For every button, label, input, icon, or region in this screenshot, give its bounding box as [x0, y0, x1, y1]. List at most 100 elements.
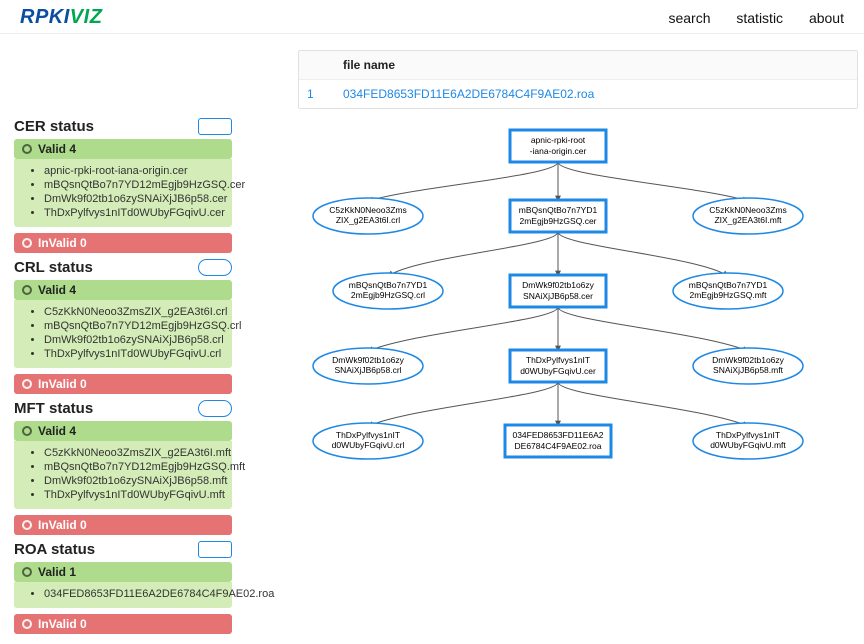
svg-text:ThDxPylfvys1nIT: ThDxPylfvys1nIT [526, 355, 590, 365]
svg-text:DE6784C4F9AE02.roa: DE6784C4F9AE02.roa [515, 441, 602, 451]
svg-text:d0WUbyFGqivU.crl: d0WUbyFGqivU.crl [332, 440, 405, 450]
mft-valid-label: Valid 4 [38, 424, 76, 438]
expand-icon [22, 379, 32, 389]
svg-text:2mEgjb9HzGSQ.crl: 2mEgjb9HzGSQ.crl [351, 290, 425, 300]
svg-text:2mEgjb9HzGSQ.cer: 2mEgjb9HzGSQ.cer [520, 216, 597, 226]
crl-valid-label: Valid 4 [38, 283, 76, 297]
rpki-tree-graph[interactable]: apnic-rpki-root -iana-origin.cer C5zKkN0… [258, 121, 858, 506]
mft-valid-list: C5zKkN0Neoo3ZmsZIX_g2EA3t6I.mft mBQsnQtB… [14, 441, 232, 509]
node-roa-target[interactable]: 034FED8653FD11E6A2 DE6784C4F9AE02.roa [505, 425, 611, 457]
list-item[interactable]: DmWk9f02tb1o6zySNAiXjJB6p58.cer [44, 193, 226, 205]
svg-text:mBQsnQtBo7n7YD1: mBQsnQtBo7n7YD1 [349, 280, 428, 290]
svg-text:ZIX_g2EA3t6I.mft: ZIX_g2EA3t6I.mft [714, 215, 782, 225]
crl-invalid-bar[interactable]: InValid 0 [14, 374, 232, 394]
cer-status-title: CER status [14, 118, 94, 135]
node-root-cer[interactable]: apnic-rpki-root -iana-origin.cer [510, 130, 606, 162]
nav-statistic[interactable]: statistic [736, 10, 783, 26]
roa-invalid-label: InValid 0 [38, 617, 87, 631]
svg-text:ZIX_g2EA3t6I.crl: ZIX_g2EA3t6I.crl [336, 215, 400, 225]
brand-logo: RPKIVIZ [20, 6, 102, 29]
svg-text:SNAiXjJB6p58.crl: SNAiXjJB6p58.crl [334, 365, 401, 375]
expand-icon [22, 238, 32, 248]
node-crl-1[interactable]: C5zKkN0Neoo3Zms ZIX_g2EA3t6I.crl [313, 198, 423, 234]
node-crl-3[interactable]: DmWk9f02tb1o6zy SNAiXjJB6p58.crl [313, 348, 423, 384]
node-crl-4[interactable]: ThDxPylfvys1nIT d0WUbyFGqivU.crl [313, 423, 423, 459]
nav-search[interactable]: search [668, 10, 710, 26]
roa-shape-toggle[interactable] [198, 541, 232, 558]
svg-text:ThDxPylfvys1nIT: ThDxPylfvys1nIT [336, 430, 400, 440]
col-index-header [299, 51, 335, 79]
svg-text:SNAiXjJB6p58.mft: SNAiXjJB6p58.mft [713, 365, 784, 375]
mft-invalid-bar[interactable]: InValid 0 [14, 515, 232, 535]
expand-icon [22, 285, 32, 295]
table-header: file name [299, 51, 857, 79]
brand-left: RPKI [20, 6, 70, 28]
node-mft-3[interactable]: DmWk9f02tb1o6zy SNAiXjJB6p58.mft [693, 348, 803, 384]
mft-status-title: MFT status [14, 400, 93, 417]
app-header: RPKIVIZ search statistic about [0, 0, 864, 34]
node-mft-4[interactable]: ThDxPylfvys1nIT d0WUbyFGqivU.mft [693, 423, 803, 459]
nav-about[interactable]: about [809, 10, 844, 26]
expand-icon [22, 144, 32, 154]
cer-invalid-label: InValid 0 [38, 236, 87, 250]
list-item[interactable]: mBQsnQtBo7n7YD12mEgjb9HzGSQ.mft [44, 461, 226, 473]
roa-valid-list: 034FED8653FD11E6A2DE6784C4F9AE02.roa [14, 582, 232, 608]
svg-text:d0WUbyFGqivU.cer: d0WUbyFGqivU.cer [520, 366, 596, 376]
node-mft-1[interactable]: C5zKkN0Neoo3Zms ZIX_g2EA3t6I.mft [693, 198, 803, 234]
svg-text:2mEgjb9HzGSQ.mft: 2mEgjb9HzGSQ.mft [690, 290, 768, 300]
node-cer-3[interactable]: DmWk9f02tb1o6zy SNAiXjJB6p58.cer [510, 275, 606, 307]
svg-text:C5zKkN0Neoo3Zms: C5zKkN0Neoo3Zms [709, 205, 786, 215]
svg-text:mBQsnQtBo7n7YD1: mBQsnQtBo7n7YD1 [689, 280, 768, 290]
svg-text:DmWk9f02tb1o6zy: DmWk9f02tb1o6zy [522, 280, 595, 290]
node-crl-2[interactable]: mBQsnQtBo7n7YD1 2mEgjb9HzGSQ.crl [333, 273, 443, 309]
mft-shape-toggle[interactable] [198, 400, 232, 417]
cer-valid-bar[interactable]: Valid 4 [14, 139, 232, 159]
node-cer-2[interactable]: mBQsnQtBo7n7YD1 2mEgjb9HzGSQ.cer [510, 200, 606, 232]
roa-valid-label: Valid 1 [38, 565, 76, 579]
svg-text:d0WUbyFGqivU.mft: d0WUbyFGqivU.mft [710, 440, 786, 450]
svg-text:apnic-rpki-root: apnic-rpki-root [531, 135, 586, 145]
list-item[interactable]: ThDxPylfvys1nITd0WUbyFGqivU.mft [44, 489, 226, 501]
svg-text:mBQsnQtBo7n7YD1: mBQsnQtBo7n7YD1 [519, 205, 598, 215]
col-filename-header: file name [335, 51, 857, 79]
file-link[interactable]: 034FED8653FD11E6A2DE6784C4F9AE02.roa [343, 87, 594, 101]
node-mft-2[interactable]: mBQsnQtBo7n7YD1 2mEgjb9HzGSQ.mft [673, 273, 783, 309]
list-item[interactable]: C5zKkN0Neoo3ZmsZIX_g2EA3t6I.crl [44, 306, 226, 318]
roa-valid-bar[interactable]: Valid 1 [14, 562, 232, 582]
list-item[interactable]: mBQsnQtBo7n7YD12mEgjb9HzGSQ.crl [44, 320, 226, 332]
row-index: 1 [299, 80, 335, 108]
expand-icon [22, 619, 32, 629]
status-sidebar: CER status Valid 4 apnic-rpki-root-iana-… [0, 34, 248, 644]
table-row: 1 034FED8653FD11E6A2DE6784C4F9AE02.roa [299, 79, 857, 108]
svg-text:DmWk9f02tb1o6zy: DmWk9f02tb1o6zy [712, 355, 785, 365]
svg-text:-iana-origin.cer: -iana-origin.cer [530, 146, 587, 156]
expand-icon [22, 520, 32, 530]
mft-valid-bar[interactable]: Valid 4 [14, 421, 232, 441]
list-item[interactable]: apnic-rpki-root-iana-origin.cer [44, 165, 226, 177]
svg-text:ThDxPylfvys1nIT: ThDxPylfvys1nIT [716, 430, 780, 440]
list-item[interactable]: ThDxPylfvys1nITd0WUbyFGqivU.crl [44, 348, 226, 360]
list-item[interactable]: DmWk9f02tb1o6zySNAiXjJB6p58.crl [44, 334, 226, 346]
mft-invalid-label: InValid 0 [38, 518, 87, 532]
cer-valid-list: apnic-rpki-root-iana-origin.cer mBQsnQtB… [14, 159, 232, 227]
cer-invalid-bar[interactable]: InValid 0 [14, 233, 232, 253]
cer-shape-toggle[interactable] [198, 118, 232, 135]
list-item[interactable]: C5zKkN0Neoo3ZmsZIX_g2EA3t6I.mft [44, 447, 226, 459]
crl-invalid-label: InValid 0 [38, 377, 87, 391]
node-cer-4[interactable]: ThDxPylfvys1nIT d0WUbyFGqivU.cer [510, 350, 606, 382]
svg-text:DmWk9f02tb1o6zy: DmWk9f02tb1o6zy [332, 355, 405, 365]
list-item[interactable]: mBQsnQtBo7n7YD12mEgjb9HzGSQ.cer [44, 179, 226, 191]
crl-status-title: CRL status [14, 259, 93, 276]
roa-status-title: ROA status [14, 541, 95, 558]
crl-valid-bar[interactable]: Valid 4 [14, 280, 232, 300]
list-item[interactable]: ThDxPylfvys1nITd0WUbyFGqivU.cer [44, 207, 226, 219]
crl-shape-toggle[interactable] [198, 259, 232, 276]
svg-text:SNAiXjJB6p58.cer: SNAiXjJB6p58.cer [523, 291, 593, 301]
top-nav: search statistic about [646, 10, 844, 26]
roa-invalid-bar[interactable]: InValid 0 [14, 614, 232, 634]
list-item[interactable]: 034FED8653FD11E6A2DE6784C4F9AE02.roa [44, 588, 226, 600]
svg-text:C5zKkN0Neoo3Zms: C5zKkN0Neoo3Zms [329, 205, 406, 215]
list-item[interactable]: DmWk9f02tb1o6zySNAiXjJB6p58.mft [44, 475, 226, 487]
main-area: file name 1 034FED8653FD11E6A2DE6784C4F9… [248, 34, 864, 644]
cer-valid-label: Valid 4 [38, 142, 76, 156]
